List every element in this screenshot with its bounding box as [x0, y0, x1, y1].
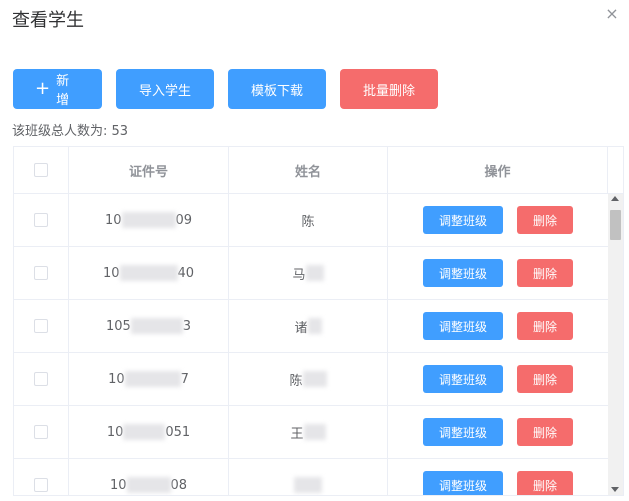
actions-cell: 调整班级 删除	[388, 247, 608, 299]
adjust-class-button[interactable]: 调整班级	[423, 471, 503, 495]
actions-cell: 调整班级 删除	[388, 194, 608, 246]
redaction-mask	[119, 265, 178, 281]
header-select-cell	[14, 147, 69, 193]
redaction-mask	[126, 477, 171, 493]
row-checkbox[interactable]	[34, 372, 48, 386]
delete-button[interactable]: 删除	[517, 471, 573, 495]
name-cell: 诸	[229, 300, 388, 352]
id-text-end: 09	[175, 212, 193, 228]
delete-button[interactable]: 删除	[517, 259, 573, 287]
row-checkbox[interactable]	[34, 319, 48, 333]
import-students-button[interactable]: 导入学生	[116, 69, 214, 109]
name-text: 陈	[289, 373, 303, 389]
id-text-start: 10	[104, 212, 122, 228]
name-cell: 马	[229, 247, 388, 299]
adjust-class-button[interactable]: 调整班级	[423, 206, 503, 234]
table-row: 10 09 陈 调整班级 删除	[14, 194, 608, 247]
adjust-class-button[interactable]: 调整班级	[423, 418, 503, 446]
row-checkbox[interactable]	[34, 213, 48, 227]
table-row: 10 7 陈 调整班级 删除	[14, 353, 608, 406]
table-row: 105 3 诸 调整班级 删除	[14, 300, 608, 353]
column-header-actions: 操作	[388, 147, 608, 193]
redaction-mask	[123, 424, 166, 440]
toolbar: + 新增 导入学生 模板下载 批量删除	[13, 69, 438, 109]
redaction-mask	[294, 477, 322, 493]
plus-icon: +	[35, 78, 51, 99]
redaction-mask	[124, 371, 181, 387]
scroll-up-icon[interactable]	[611, 196, 619, 201]
close-icon[interactable]: ×	[601, 2, 623, 24]
table-row: 10 08 调整班级 删除	[14, 459, 608, 495]
name-text: 王	[290, 426, 304, 442]
id-cell: 10 051	[69, 406, 229, 458]
row-select-cell	[14, 406, 69, 458]
delete-button[interactable]: 删除	[517, 206, 573, 234]
delete-button[interactable]: 删除	[517, 312, 573, 340]
table-row: 10 40 马 调整班级 删除	[14, 247, 608, 300]
row-checkbox[interactable]	[34, 478, 48, 492]
batch-delete-button[interactable]: 批量删除	[340, 69, 438, 109]
select-all-checkbox[interactable]	[34, 163, 48, 177]
row-select-cell	[14, 194, 69, 246]
table-row: 10 051 王 调整班级 删除	[14, 406, 608, 459]
id-text-end: 7	[180, 371, 189, 387]
adjust-class-button[interactable]: 调整班级	[423, 312, 503, 340]
id-cell: 10 09	[69, 194, 229, 246]
add-button[interactable]: + 新增	[13, 69, 102, 109]
redaction-mask	[121, 212, 176, 228]
id-text-start: 10	[102, 265, 120, 281]
id-cell: 10 40	[69, 247, 229, 299]
name-cell	[229, 459, 388, 495]
id-cell: 10 7	[69, 353, 229, 405]
redaction-mask	[305, 265, 324, 281]
actions-cell: 调整班级 删除	[388, 459, 608, 495]
id-text-end: 051	[165, 424, 191, 440]
name-cell: 陈	[229, 353, 388, 405]
id-text-end: 40	[177, 265, 195, 281]
redaction-mask	[303, 424, 326, 440]
id-text-start: 10	[109, 477, 127, 493]
name-text: 陈	[301, 214, 315, 230]
id-text-end: 08	[170, 477, 188, 493]
id-text-end: 3	[182, 318, 192, 334]
id-cell: 105 3	[69, 300, 229, 352]
adjust-class-button[interactable]: 调整班级	[423, 365, 503, 393]
row-select-cell	[14, 459, 69, 495]
delete-button[interactable]: 删除	[517, 418, 573, 446]
table-body: 10 09 陈调整班级 删除 10 40 马调整班级 删除 105 3 诸调整班级 删除 10 7 陈调整班…	[14, 194, 608, 495]
redaction-mask	[307, 318, 322, 334]
class-total-count: 该班级总人数为: 53	[12, 124, 129, 139]
actions-cell: 调整班级 删除	[388, 300, 608, 352]
row-select-cell	[14, 300, 69, 352]
name-cell: 陈	[229, 194, 388, 246]
column-header-name: 姓名	[229, 147, 388, 193]
name-cell: 王	[229, 406, 388, 458]
scrollbar-thumb[interactable]	[610, 210, 621, 240]
row-checkbox[interactable]	[34, 425, 48, 439]
actions-cell: 调整班级 删除	[388, 353, 608, 405]
redaction-mask	[302, 371, 327, 387]
id-text-start: 10	[108, 371, 125, 387]
table-scrollbar[interactable]	[608, 194, 623, 495]
row-checkbox[interactable]	[34, 266, 48, 280]
id-cell: 10 08	[69, 459, 229, 495]
redaction-mask	[130, 318, 183, 334]
students-table: 证件号 姓名 操作 10 09 陈调整班级 删除 10 40 马调整班级 删除 105 3 诸调整班…	[13, 146, 624, 496]
column-header-id: 证件号	[69, 147, 229, 193]
delete-button[interactable]: 删除	[517, 365, 573, 393]
adjust-class-button[interactable]: 调整班级	[423, 259, 503, 287]
row-select-cell	[14, 353, 69, 405]
add-button-label: 新增	[56, 74, 70, 108]
name-text: 马	[292, 267, 306, 283]
dialog-title: 查看学生	[12, 10, 84, 31]
name-text: 诸	[294, 320, 308, 336]
actions-cell: 调整班级 删除	[388, 406, 608, 458]
row-select-cell	[14, 247, 69, 299]
table-header: 证件号 姓名 操作	[14, 147, 623, 194]
header-gutter	[608, 147, 623, 193]
scroll-down-icon[interactable]	[611, 487, 619, 492]
id-text-start: 10	[106, 424, 124, 440]
template-download-button[interactable]: 模板下载	[228, 69, 326, 109]
id-text-start: 105	[105, 318, 131, 334]
